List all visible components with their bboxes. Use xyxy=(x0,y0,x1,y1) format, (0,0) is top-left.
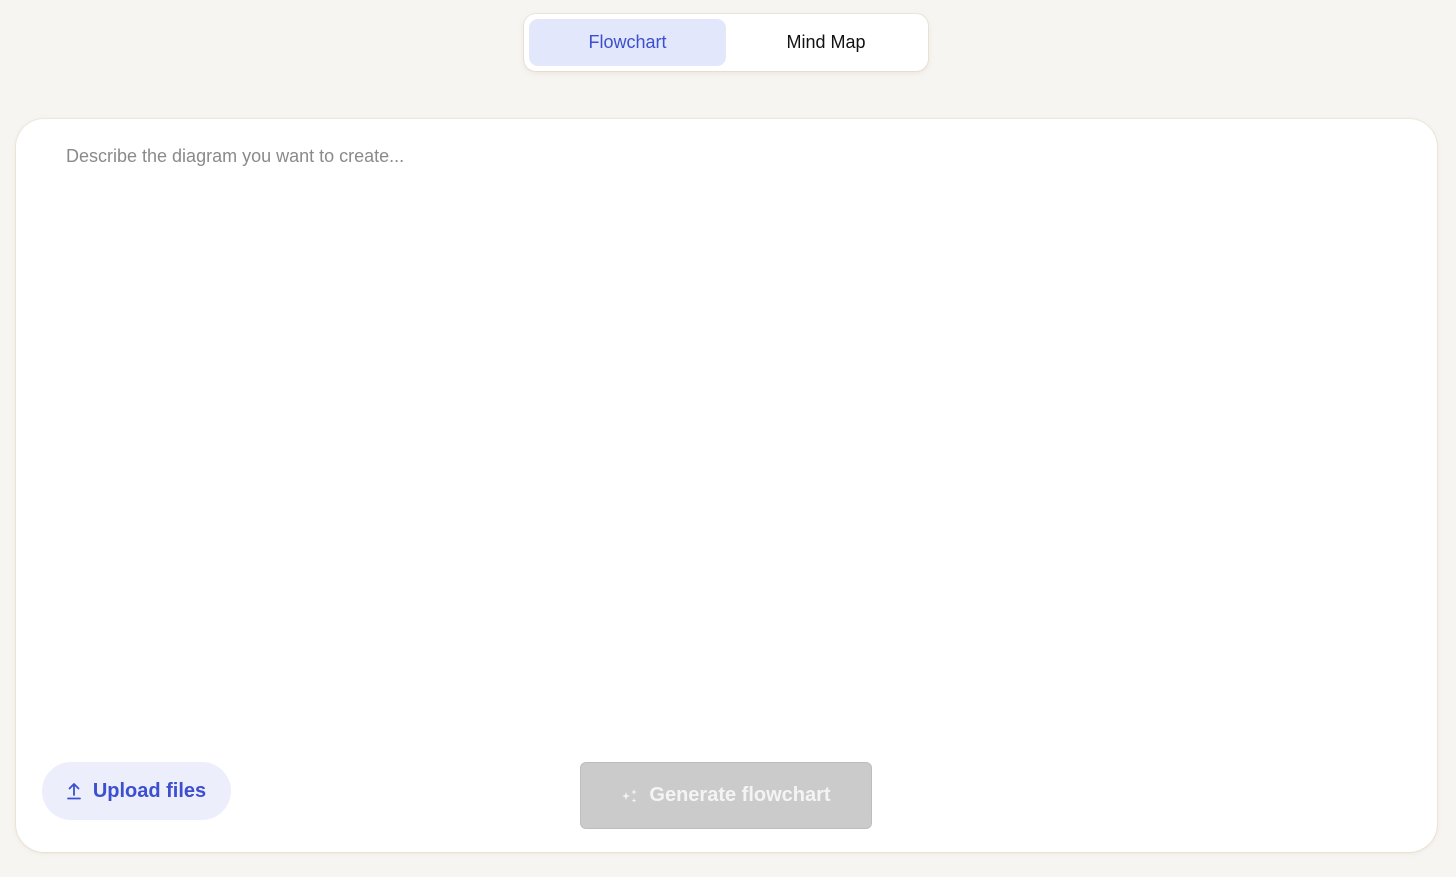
generate-flowchart-label: Generate flowchart xyxy=(649,784,831,806)
upload-files-button[interactable]: Upload files xyxy=(42,762,231,820)
prompt-card: Upload files Generate flowchart xyxy=(16,119,1437,852)
diagram-description-input[interactable] xyxy=(66,143,1386,743)
generate-flowchart-button[interactable]: Generate flowchart xyxy=(580,762,872,829)
upload-arrow-icon xyxy=(66,782,81,800)
diagram-type-toggle: Flowchart Mind Map xyxy=(524,14,928,71)
sparkle-icon xyxy=(621,788,639,804)
page: Flowchart Mind Map Upload files Gene xyxy=(0,0,1456,877)
tab-flowchart[interactable]: Flowchart xyxy=(529,19,726,66)
upload-files-label: Upload files xyxy=(92,779,207,802)
tab-mind-map[interactable]: Mind Map xyxy=(729,19,923,66)
